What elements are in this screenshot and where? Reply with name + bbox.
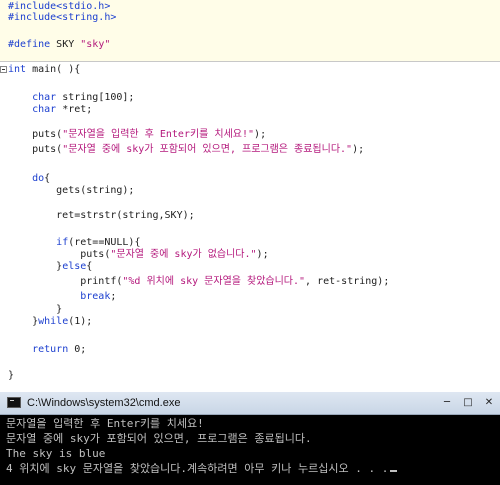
code-token: (1); — [68, 316, 93, 327]
code-token: break — [80, 291, 111, 302]
code-token: int — [8, 64, 27, 75]
code-line[interactable]: char *ret; — [8, 102, 92, 118]
cmd-output-line: The sky is blue — [6, 447, 106, 460]
cmd-window[interactable]: C:\Windows\system32\cmd.exe ─ □ ✕ 문자열을 입… — [0, 392, 500, 485]
code-line[interactable]: #include<string.h> — [8, 10, 116, 26]
code-line[interactable]: ret=strstr(string,SKY); — [8, 208, 195, 224]
code-token: "문자열을 입력한 후 Enter키를 치세요!" — [62, 129, 255, 140]
code-token: else — [62, 261, 87, 272]
code-token: "sky" — [80, 39, 111, 50]
code-token: puts( — [8, 144, 63, 155]
code-token: #define — [8, 39, 51, 50]
code-line[interactable]: puts("문자열 중에 sky가 포함되어 있으면, 프로그램은 종료됩니다.… — [8, 142, 364, 158]
code-token: ); — [254, 129, 267, 140]
minimize-button[interactable]: ─ — [437, 395, 457, 411]
console-icon — [7, 397, 21, 408]
code-token: "문자열 중에 sky가 없습니다." — [110, 249, 257, 260]
code-line[interactable]: } — [8, 368, 14, 384]
code-token: SKY — [50, 39, 81, 50]
code-line[interactable]: }else{ — [8, 259, 92, 275]
code-token: } — [8, 370, 15, 381]
code-line[interactable]: int main( ){ — [8, 62, 80, 78]
code-token: 0; — [68, 344, 87, 355]
code-token: { — [86, 261, 93, 272]
code-token: puts( — [8, 129, 63, 140]
code-token: #include<string.h> — [8, 12, 117, 23]
code-token: char — [32, 104, 57, 115]
text-cursor — [390, 470, 398, 472]
code-line[interactable]: printf("%d 위치에 sky 문자열을 찾았습니다.", ret-str… — [8, 274, 389, 290]
code-token: main( ){ — [26, 64, 81, 75]
code-line[interactable]: puts("문자열을 입력한 후 Enter키를 치세요!"); — [8, 127, 266, 143]
cmd-output-line: 문자열 중에 sky가 포함되어 있으면, 프로그램은 종료됩니다. — [6, 432, 312, 445]
code-token: return — [32, 344, 69, 355]
code-line[interactable]: }while(1); — [8, 314, 92, 330]
code-editor[interactable]: #include<stdio.h> #include<string.h> #defi… — [0, 0, 500, 392]
fold-collapse-icon[interactable] — [0, 66, 7, 73]
code-line[interactable]: return 0; — [8, 342, 86, 358]
code-token: "%d 위치에 sky 문자열을 찾았습니다." — [122, 276, 306, 287]
cmd-output-line: 문자열을 입력한 후 Enter키를 치세요! — [6, 417, 204, 430]
cmd-output-line: 4 위치에 sky 문자열을 찾았습니다.계속하려면 아무 키나 누르십시오 .… — [6, 461, 398, 476]
close-button[interactable]: ✕ — [479, 395, 499, 411]
code-token: *ret; — [56, 104, 93, 115]
code-token: } — [8, 261, 63, 272]
code-token: gets(string); — [8, 185, 135, 196]
cmd-prompt-text: 4 위치에 sky 문자열을 찾았습니다.계속하려면 아무 키나 누르십시오 .… — [6, 462, 389, 475]
code-token: "문자열 중에 sky가 포함되어 있으면, 프로그램은 종료됩니다." — [62, 144, 353, 155]
code-token: ret=strstr(string,SKY); — [8, 210, 195, 221]
code-token: ); — [352, 144, 365, 155]
code-line[interactable]: gets(string); — [8, 183, 134, 199]
code-line[interactable]: #define SKY "sky" — [8, 37, 110, 53]
code-token: printf( — [8, 276, 123, 287]
code-token: , ret-string); — [305, 276, 390, 287]
code-token: } — [8, 316, 39, 327]
cmd-title: C:\Windows\system32\cmd.exe — [27, 397, 181, 409]
maximize-button[interactable]: □ — [458, 395, 478, 411]
code-token: ); — [256, 249, 269, 260]
code-token: ; — [110, 291, 117, 302]
code-token: while — [38, 316, 69, 327]
cmd-titlebar[interactable]: C:\Windows\system32\cmd.exe ─ □ ✕ — [0, 392, 500, 415]
